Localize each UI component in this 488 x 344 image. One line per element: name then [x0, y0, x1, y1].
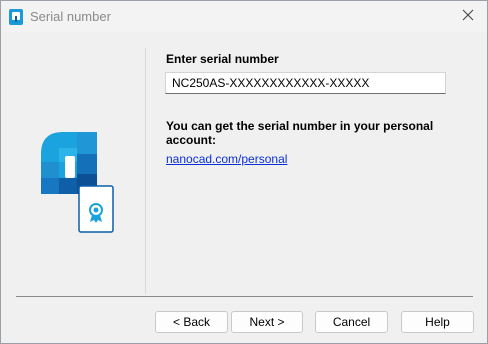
horizontal-divider — [16, 296, 473, 297]
info-text: You can get the serial number in your pe… — [166, 119, 434, 147]
cancel-button[interactable]: Cancel — [315, 311, 388, 333]
serial-number-dialog: Serial number Enter serial number NC250A… — [0, 0, 488, 344]
serial-input[interactable] — [165, 72, 446, 94]
nanocad-logo — [39, 104, 117, 234]
next-button[interactable]: Next > — [231, 311, 303, 333]
help-button[interactable]: Help — [401, 311, 474, 333]
vertical-divider — [145, 48, 146, 294]
serial-label: Enter serial number — [166, 52, 279, 66]
back-button[interactable]: < Back — [155, 311, 228, 333]
title-bar: Serial number — [1, 1, 487, 32]
close-icon — [462, 8, 474, 26]
window-title: Serial number — [30, 9, 111, 24]
close-button[interactable] — [457, 6, 479, 28]
personal-account-link[interactable]: nanocad.com/personal — [166, 152, 287, 166]
dialog-body: Enter serial number You can get the seri… — [1, 32, 487, 343]
app-icon — [9, 9, 23, 25]
